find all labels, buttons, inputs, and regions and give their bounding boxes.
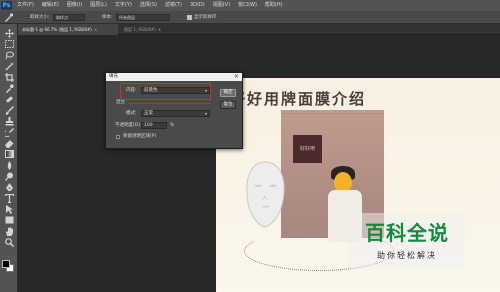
opacity-label: 不透明度(O): [115, 123, 142, 128]
move-icon[interactable] [3, 28, 15, 38]
dodge-icon[interactable] [3, 171, 15, 181]
mode-select[interactable]: 正常 ▾ [141, 110, 210, 117]
blending-label: 混合 [116, 100, 125, 105]
preserve-transparency-label: 保留透明区域(P) [123, 134, 157, 139]
brush-icon[interactable] [3, 105, 15, 115]
menu-filter[interactable]: 滤镜(T) [165, 0, 182, 11]
contents-highlight-box [120, 83, 211, 100]
photoshop-logo: Ps [1, 1, 12, 10]
document-tabs: 未标题-1 @ 66.7% (图层 1, RGB/8#) × 图层 1, RGB/… [18, 24, 500, 35]
mode-label: 模式: [126, 111, 137, 116]
hand-icon[interactable] [3, 226, 15, 236]
preserve-transparency-checkbox[interactable] [116, 135, 120, 139]
menu-layer[interactable]: 图层(L) [90, 0, 107, 11]
eraser-icon[interactable] [3, 138, 15, 148]
close-icon[interactable]: × [94, 27, 97, 32]
menu-view[interactable]: 视图(V) [213, 0, 230, 11]
dialog-title: 填充 [109, 74, 118, 79]
sample-label: 样本: [102, 15, 113, 20]
marquee-icon[interactable] [3, 39, 15, 49]
type-icon[interactable] [3, 193, 15, 203]
tab-document[interactable]: 图层 1, RGB/8#) × [120, 24, 240, 35]
face-mask-image [245, 160, 286, 229]
sample-select[interactable]: 所有图层 [116, 14, 170, 21]
foreground-color-swatch[interactable] [2, 260, 10, 268]
healing-brush-icon[interactable] [3, 94, 15, 104]
crop-icon[interactable] [3, 72, 15, 82]
options-bar: 取样大小: 取样点 样本: 所有图层 ✓ 显示取样环 [0, 11, 500, 24]
blending-divider [128, 103, 211, 104]
watermark: 百科全说 助你轻松解决 [349, 213, 465, 269]
tab-label: 未标题-1 @ 66.7% (图层 1, RGB/8#) [22, 27, 92, 32]
show-ring-label: 显示取样环 [194, 15, 217, 20]
tab-active-document[interactable]: 未标题-1 @ 66.7% (图层 1, RGB/8#) × [18, 24, 118, 35]
pen-icon[interactable] [3, 182, 15, 192]
dialog-titlebar[interactable]: 填充 × [106, 73, 242, 81]
sample-size-select[interactable]: 取样点 [53, 14, 85, 21]
blur-icon[interactable] [3, 160, 15, 170]
magic-wand-icon[interactable] [3, 61, 15, 71]
watermark-title: 百科全说 [365, 221, 449, 245]
menu-select[interactable]: 选择(S) [140, 0, 157, 11]
watermark-subtitle: 助你轻松解决 [377, 251, 437, 260]
package-seam [281, 113, 384, 114]
opacity-unit: % [170, 123, 175, 128]
zoom-icon[interactable] [3, 237, 15, 247]
history-brush-icon[interactable] [3, 127, 15, 137]
menu-3d[interactable]: 3D(D) [190, 0, 205, 11]
menu-items: 文件(F) 编辑(E) 图像(I) 图层(L) 文字(Y) 选择(S) 滤镜(T… [17, 0, 291, 11]
menu-window[interactable]: 窗口(W) [238, 0, 257, 11]
chevron-down-icon: ▾ [204, 111, 207, 116]
gradient-icon[interactable] [3, 149, 15, 159]
path-selection-icon[interactable] [3, 204, 15, 214]
lasso-icon[interactable] [3, 50, 15, 60]
sample-size-label: 取样大小: [30, 15, 50, 20]
menu-edit[interactable]: 编辑(E) [42, 0, 59, 11]
menu-image[interactable]: 图像(I) [67, 0, 82, 11]
menu-bar: Ps 文件(F) 编辑(E) 图像(I) 图层(L) 文字(Y) 选择(S) 滤… [0, 0, 500, 11]
package-label: 好好用 [293, 135, 322, 163]
rectangle-icon[interactable] [3, 215, 15, 225]
tab-label: 图层 1, RGB/8#) [124, 27, 156, 32]
menu-help[interactable]: 帮助(H) [265, 0, 283, 11]
eyedropper-icon[interactable] [3, 83, 15, 93]
show-ring-checkbox[interactable]: ✓ [187, 15, 192, 20]
menu-file[interactable]: 文件(F) [17, 0, 34, 11]
artwork-title: 好好用牌面膜介绍 [230, 90, 367, 108]
opacity-input[interactable]: 100 [141, 122, 167, 129]
close-icon[interactable]: × [234, 73, 239, 81]
eyedropper-preset-icon[interactable] [4, 13, 14, 22]
menu-type[interactable]: 文字(Y) [115, 0, 132, 11]
clone-stamp-icon[interactable] [3, 116, 15, 126]
tools-panel [0, 24, 18, 292]
close-icon[interactable]: × [158, 27, 161, 32]
ok-button[interactable]: 确定 [220, 89, 236, 97]
reset-button[interactable]: 复位 [220, 101, 236, 109]
mode-value: 正常 [144, 111, 153, 116]
